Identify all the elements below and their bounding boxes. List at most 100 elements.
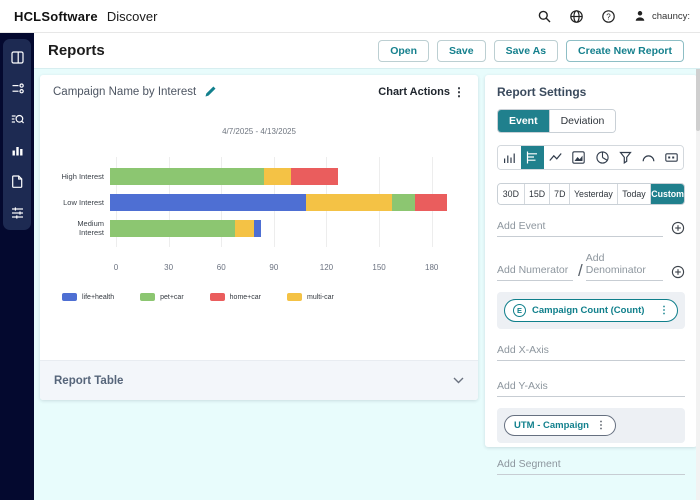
- report-settings-panel: Report Settings Event Deviation: [485, 75, 697, 447]
- svg-text:?: ?: [606, 12, 611, 21]
- save-button[interactable]: Save: [437, 40, 486, 62]
- legend-item[interactable]: home+car: [210, 293, 261, 301]
- bar-segment-home+car[interactable]: [291, 168, 338, 185]
- area-chart-icon[interactable]: [567, 146, 590, 169]
- add-denominator-field[interactable]: Add Denominator: [586, 252, 663, 281]
- chart-title: Campaign Name by Interest: [53, 86, 196, 98]
- tab-event[interactable]: Event: [498, 110, 549, 132]
- utm-campaign-chip[interactable]: UTM - Campaign ⋮: [504, 415, 616, 436]
- arc-chart-icon[interactable]: [637, 146, 660, 169]
- event-badge: E: [513, 304, 526, 317]
- bar-track: [110, 194, 452, 211]
- line-chart-icon[interactable]: [544, 146, 567, 169]
- sidebar-item-segments[interactable]: [9, 81, 25, 96]
- legend-item[interactable]: life+health: [62, 293, 114, 301]
- report-toolbar: Open Save Save As Create New Report: [378, 40, 686, 62]
- x-axis: 0306090120150180: [116, 263, 458, 273]
- user-name: chauncy:: [652, 11, 690, 22]
- save-as-button[interactable]: Save As: [494, 40, 558, 62]
- content-area: Campaign Name by Interest Chart Actions …: [34, 69, 700, 500]
- add-event-plus-icon[interactable]: [671, 221, 685, 235]
- tab-deviation[interactable]: Deviation: [549, 110, 616, 132]
- event-chip-container: E Campaign Count (Count) ⋮: [497, 292, 685, 329]
- bar-segment-multi-car[interactable]: [235, 220, 254, 237]
- pie-chart-icon[interactable]: [591, 146, 614, 169]
- bar-row: Low Interest: [54, 189, 478, 215]
- help-icon[interactable]: ?: [601, 9, 616, 24]
- bar-segment-multi-car[interactable]: [306, 194, 392, 211]
- time-yesterday[interactable]: Yesterday: [569, 184, 616, 204]
- time-7d[interactable]: 7D: [549, 184, 569, 204]
- top-header: HCLSoftware Discover ? chauncy:: [0, 0, 700, 33]
- category-label: High Interest: [54, 172, 110, 181]
- sidebar-item-dashboards[interactable]: [9, 50, 25, 65]
- add-y-axis-row: Add Y-Axis: [497, 380, 685, 397]
- product-name: Discover: [107, 9, 158, 24]
- add-numerator-field[interactable]: Add Numerator: [497, 264, 573, 281]
- sidebar-item-pages[interactable]: [9, 174, 25, 189]
- time-range-selector: 30D 15D 7D Yesterday Today Custom: [497, 183, 685, 205]
- add-segment-field[interactable]: Add Segment: [497, 458, 685, 475]
- open-button[interactable]: Open: [378, 40, 429, 62]
- bar-segment-life+health[interactable]: [110, 194, 306, 211]
- chart-actions-button[interactable]: Chart Actions ⋮: [378, 86, 465, 98]
- dashboard-icon: [10, 50, 25, 65]
- category-label: Low Interest: [54, 198, 110, 207]
- bar-segment-life+health[interactable]: [254, 220, 261, 237]
- time-today[interactable]: Today: [617, 184, 651, 204]
- bar-segment-pet+car[interactable]: [110, 220, 235, 237]
- legend-item[interactable]: multi-car: [287, 293, 334, 301]
- time-15d[interactable]: 15D: [524, 184, 550, 204]
- card-chart-icon[interactable]: [660, 146, 683, 169]
- page-title: Reports: [48, 42, 105, 59]
- bar-track: [110, 220, 452, 237]
- kebab-icon: ⋮: [453, 86, 465, 98]
- legend-label: life+health: [82, 294, 114, 301]
- report-settings-title: Report Settings: [497, 85, 685, 99]
- chart-plot: High Interest Low Interest Medium Interest…: [54, 163, 478, 273]
- plot-rows: High Interest Low Interest Medium Interest: [54, 163, 478, 241]
- add-ratio-plus-icon[interactable]: [671, 265, 685, 279]
- x-tick-label: 180: [425, 263, 438, 272]
- utm-campaign-label: UTM - Campaign: [514, 420, 589, 431]
- campaign-count-chip[interactable]: E Campaign Count (Count) ⋮: [504, 299, 678, 322]
- sidebar-item-options[interactable]: [9, 205, 25, 220]
- time-custom[interactable]: Custom: [650, 184, 684, 204]
- chart-actions-label: Chart Actions: [378, 86, 450, 98]
- segments-icon: [10, 81, 25, 96]
- chart-date-range: 4/7/2025 - 4/13/2025: [40, 127, 478, 136]
- edit-title-icon[interactable]: [204, 85, 217, 98]
- globe-icon[interactable]: [569, 9, 584, 24]
- add-x-axis-row: Add X-Axis: [497, 344, 685, 361]
- bar-row: Medium Interest: [54, 215, 478, 241]
- funnel-chart-icon[interactable]: [614, 146, 637, 169]
- sidebar-item-session-search[interactable]: [9, 112, 25, 127]
- x-tick-label: 90: [269, 263, 278, 272]
- add-event-row: Add Event: [497, 220, 685, 237]
- document-icon: [10, 174, 25, 189]
- report-table-toggle[interactable]: Report Table: [40, 360, 478, 400]
- add-y-axis-field[interactable]: Add Y-Axis: [497, 380, 685, 397]
- chart-type-selector: [497, 145, 684, 170]
- left-sidebar: [0, 33, 34, 500]
- user-menu[interactable]: chauncy:: [633, 9, 690, 23]
- legend-label: pet+car: [160, 294, 184, 301]
- time-30d[interactable]: 30D: [498, 184, 524, 204]
- add-x-axis-field[interactable]: Add X-Axis: [497, 344, 685, 361]
- column-chart-icon[interactable]: [498, 146, 521, 169]
- search-icon[interactable]: [537, 9, 552, 24]
- legend-item[interactable]: pet+car: [140, 293, 184, 301]
- legend-label: multi-car: [307, 294, 334, 301]
- bar-chart-icon[interactable]: [521, 146, 544, 169]
- chip2-kebab-icon[interactable]: ⋮: [596, 420, 606, 431]
- vertical-scrollbar[interactable]: [696, 33, 700, 500]
- add-event-field[interactable]: Add Event: [497, 220, 663, 237]
- mode-toggle: Event Deviation: [497, 109, 616, 133]
- sidebar-item-reports[interactable]: [9, 143, 25, 158]
- chip-kebab-icon[interactable]: ⋮: [659, 305, 669, 316]
- bar-segment-multi-car[interactable]: [264, 168, 290, 185]
- bar-segment-pet+car[interactable]: [110, 168, 264, 185]
- bar-segment-pet+car[interactable]: [392, 194, 415, 211]
- bar-segment-home+car[interactable]: [415, 194, 447, 211]
- create-new-report-button[interactable]: Create New Report: [566, 40, 684, 62]
